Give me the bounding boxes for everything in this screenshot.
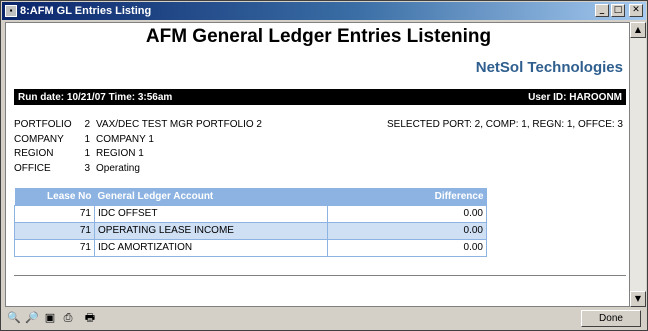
window-title: 8:AFM GL Entries Listing <box>20 5 152 17</box>
table-row: 71 OPERATING LEASE INCOME 0.00 <box>14 221 487 240</box>
cell-gl-account: IDC OFFSET <box>94 204 328 223</box>
info-num: 1 <box>84 133 90 145</box>
done-button[interactable]: Done <box>581 310 641 327</box>
app-icon: ▪ <box>5 5 17 17</box>
info-row-region: REGION 1 REGION 1 <box>14 148 262 163</box>
run-info-bar: Run date: 10/21/07 Time: 3:56am User ID:… <box>14 89 626 105</box>
table-row: 71 IDC AMORTIZATION 0.00 <box>14 238 487 257</box>
page-icon[interactable]: ▣ <box>42 310 58 326</box>
info-row-portfolio: PORTFOLIO 2 VAX/DEC TEST MGR PORTFOLIO 2 <box>14 119 262 134</box>
info-value: REGION 1 <box>96 148 144 159</box>
cell-difference: 0.00 <box>327 204 487 223</box>
gl-entries-table: Lease No General Ledger Account Differen… <box>14 188 487 257</box>
info-label: OFFICE <box>14 162 51 174</box>
zoom-out-icon[interactable]: 🔎 <box>24 310 40 326</box>
info-num: 1 <box>84 148 90 159</box>
maximize-button[interactable]: □ <box>611 4 625 17</box>
info-row-office: OFFICE 3 Operating <box>14 163 262 178</box>
cell-difference: 0.00 <box>327 238 487 257</box>
selected-filters: SELECTED PORT: 2, COMP: 1, REGN: 1, OFFC… <box>387 119 623 130</box>
header-difference: Difference <box>327 188 487 205</box>
minimize-button[interactable]: _ <box>595 4 609 17</box>
info-label: COMPANY <box>14 133 64 145</box>
cell-difference: 0.00 <box>327 221 487 240</box>
selection-info: PORTFOLIO 2 VAX/DEC TEST MGR PORTFOLIO 2… <box>14 119 262 177</box>
table-header-row: Lease No General Ledger Account Differen… <box>14 188 487 205</box>
user-id: User ID: HAROONM <box>528 91 622 103</box>
info-row-company: COMPANY 1 COMPANY 1 <box>14 134 262 149</box>
preview-toolbar: 🔍 🔎 ▣ ⎙ 🖶 Done <box>2 307 646 330</box>
run-date-time: Run date: 10/21/07 Time: 3:56am <box>18 91 173 103</box>
info-label: PORTFOLIO <box>14 119 72 130</box>
cell-gl-account: IDC AMORTIZATION <box>94 238 328 257</box>
info-value: Operating <box>96 162 140 174</box>
cell-lease-no: 71 <box>14 204 95 223</box>
scroll-up-icon[interactable]: ▲ <box>630 22 646 38</box>
divider <box>14 275 626 276</box>
header-gl-account: General Ledger Account <box>94 188 328 205</box>
header-lease-no: Lease No <box>14 188 95 205</box>
print-setup-icon[interactable]: ⎙ <box>60 310 76 326</box>
info-num: 3 <box>84 162 90 174</box>
window-controls: _ □ ✕ <box>595 4 643 17</box>
info-label: REGION <box>14 148 54 159</box>
company-logo: NetSol Technologies <box>475 59 623 76</box>
zoom-in-icon[interactable]: 🔍 <box>6 310 22 326</box>
cell-lease-no: 71 <box>14 238 95 257</box>
vertical-scrollbar[interactable]: ▲ ▼ <box>630 22 646 307</box>
cell-lease-no: 71 <box>14 221 95 240</box>
scroll-down-icon[interactable]: ▼ <box>630 291 646 307</box>
info-value: COMPANY 1 <box>96 133 154 145</box>
print-icon[interactable]: 🖶 <box>82 310 98 326</box>
report-window: ▪ 8:AFM GL Entries Listing _ □ ✕ AFM Gen… <box>0 0 648 331</box>
info-num: 2 <box>84 119 90 130</box>
cell-gl-account: OPERATING LEASE INCOME <box>94 221 328 240</box>
close-button[interactable]: ✕ <box>629 4 643 17</box>
report-canvas: AFM General Ledger Entries Listening Net… <box>5 22 630 307</box>
info-value: VAX/DEC TEST MGR PORTFOLIO 2 <box>96 119 262 130</box>
report-title: AFM General Ledger Entries Listening <box>145 26 492 47</box>
title-bar[interactable]: ▪ 8:AFM GL Entries Listing _ □ ✕ <box>2 2 646 20</box>
table-row: 71 IDC OFFSET 0.00 <box>14 204 487 223</box>
